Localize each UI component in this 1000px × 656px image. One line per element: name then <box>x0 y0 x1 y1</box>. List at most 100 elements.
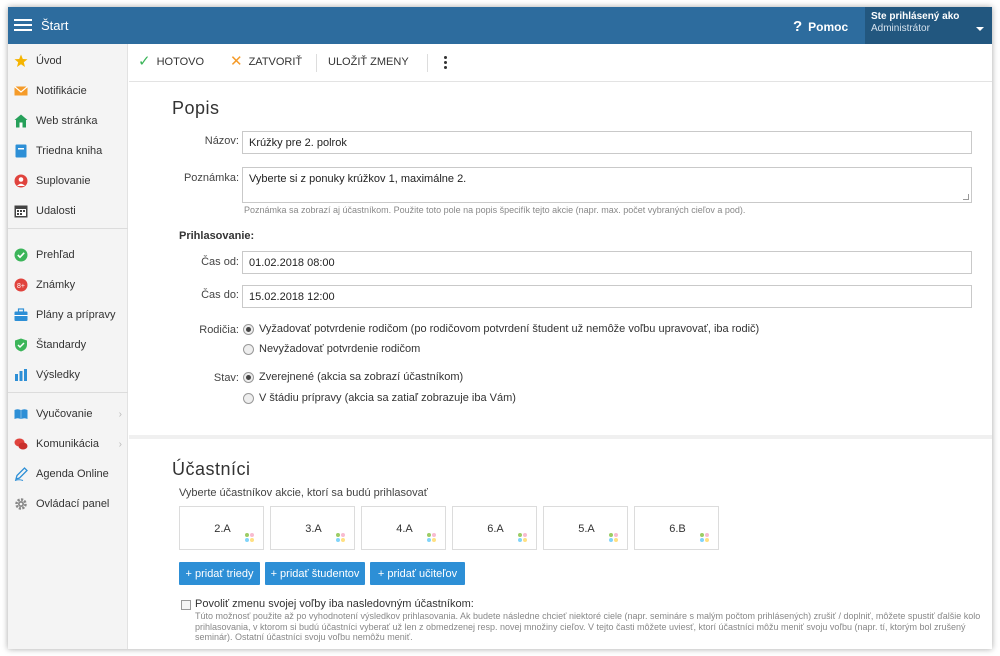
check-circle-icon <box>14 248 28 262</box>
sidebar-item-notifikacie[interactable]: Notifikácie <box>8 78 128 104</box>
help-button[interactable]: ? Pomoc <box>793 18 848 35</box>
group-icon <box>336 533 345 542</box>
time-from-label: Čas od: <box>201 256 239 268</box>
sidebar-item-label: Notifikácie <box>36 85 87 97</box>
class-tile[interactable]: 3.A <box>270 506 355 550</box>
action-toolbar: ✓ HOTOVO ✕ ZATVORIŤ ULOŽIŤ ZMENY <box>129 44 992 82</box>
sidebar-item-label: Úvod <box>36 55 62 67</box>
app-window: Štart ? Pomoc Ste prihlásený ako Administ… <box>8 7 992 649</box>
more-options-icon[interactable] <box>444 54 450 71</box>
group-icon <box>427 533 436 542</box>
sidebar-item-label: Komunikácia <box>36 438 99 450</box>
envelope-icon <box>14 86 28 96</box>
add-students-button[interactable]: + pridať študentov <box>265 562 365 585</box>
hamburger-menu-icon[interactable] <box>14 16 32 34</box>
sidebar-item-uvod[interactable]: Úvod <box>8 48 128 74</box>
toolbar-divider <box>427 54 428 72</box>
chevron-right-icon: › <box>118 408 122 420</box>
sidebar-item-znamky[interactable]: 8+ Známky <box>8 272 128 298</box>
home-icon <box>14 114 28 128</box>
sidebar-item-vyucovanie[interactable]: Vyučovanie › <box>8 401 128 427</box>
class-tile[interactable]: 6.B <box>634 506 719 550</box>
class-tile[interactable]: 4.A <box>361 506 446 550</box>
briefcase-icon <box>14 308 28 321</box>
sidebar-item-label: Výsledky <box>36 369 81 381</box>
gear-icon <box>15 498 27 510</box>
calendar-icon <box>14 205 28 218</box>
class-tile[interactable]: 5.A <box>543 506 628 550</box>
allow-change-checkbox[interactable] <box>181 600 191 610</box>
sidebar: Úvod Notifikácie Web stránka Triedna kni… <box>8 44 128 649</box>
bar-chart-icon <box>15 369 27 381</box>
radio-selected <box>243 371 254 383</box>
time-to-input[interactable]: 15.02.2018 12:00 <box>242 285 972 308</box>
save-label: ULOŽIŤ ZMENY <box>328 56 409 68</box>
user-menu[interactable]: Ste prihlásený ako Administrátor <box>865 7 992 44</box>
app-title[interactable]: Štart <box>41 18 68 33</box>
done-label: HOTOVO <box>156 56 205 68</box>
state-label: Stav: <box>213 372 239 384</box>
class-tile[interactable]: 2.A <box>179 506 264 550</box>
time-to-label: Čas do: <box>201 289 239 301</box>
sidebar-item-label: Známky <box>36 279 76 291</box>
sidebar-item-ovladaci-panel[interactable]: Ovládací panel <box>8 491 128 517</box>
name-input[interactable]: Krúžky pre 2. polrok <box>242 131 972 154</box>
top-bar: Štart ? Pomoc Ste prihlásený ako Administ… <box>8 7 992 44</box>
close-button[interactable]: ✕ ZATVORIŤ <box>230 53 303 70</box>
popis-heading: Popis <box>172 98 220 118</box>
parents-label: Rodičia: <box>199 324 239 336</box>
sidebar-item-komunikacia[interactable]: Komunikácia › <box>8 431 128 457</box>
main-content: Popis Názov: Krúžky pre 2. polrok Poznám… <box>129 83 992 649</box>
time-from-input[interactable]: 01.02.2018 08:00 <box>242 251 972 274</box>
person-icon <box>14 174 28 188</box>
note-textarea[interactable]: Vyberte si z ponuky krúžkov 1, maximálne… <box>242 167 972 203</box>
sidebar-item-web-stranka[interactable]: Web stránka <box>8 108 128 134</box>
sidebar-item-label: Vyučovanie <box>36 408 93 420</box>
parents-opt1-label: Vyžadovať potvrdenie rodičom (po rodičov… <box>259 323 760 335</box>
sidebar-item-suplovanie[interactable]: Suplovanie <box>8 168 128 194</box>
sidebar-item-udalosti[interactable]: Udalosti <box>8 198 128 224</box>
state-published-radio[interactable]: Zverejnené (akcia sa zobrazí účastníkom) <box>243 371 463 383</box>
add-teachers-button[interactable]: + pridať učiteľov <box>370 562 465 585</box>
radio-unselected <box>243 343 254 355</box>
grades-icon: 8+ <box>14 278 28 292</box>
close-icon: ✕ <box>230 53 243 70</box>
star-icon <box>14 54 28 67</box>
state-opt2-label: V štádiu prípravy (akcia sa zatiaľ zobra… <box>259 392 516 404</box>
save-changes-button[interactable]: ULOŽIŤ ZMENY <box>328 56 409 68</box>
sidebar-item-standardy[interactable]: Štandardy <box>8 332 128 358</box>
allow-change-hint: Túto možnosť použite až po vyhodnotení v… <box>195 611 981 642</box>
done-button[interactable]: ✓ HOTOVO <box>138 53 205 70</box>
class-tile[interactable]: 6.A <box>452 506 537 550</box>
user-role: Administrátor <box>871 23 930 34</box>
group-icon <box>700 533 709 542</box>
toolbar-divider <box>316 54 317 72</box>
state-draft-radio[interactable]: V štádiu prípravy (akcia sa zatiaľ zobra… <box>243 392 516 404</box>
sidebar-item-plany[interactable]: Plány a prípravy <box>8 302 128 328</box>
sidebar-item-label: Suplovanie <box>36 175 91 187</box>
sidebar-item-prehlad[interactable]: Prehľad <box>8 242 128 268</box>
parents-opt2-label: Nevyžadovať potvrdenie rodičom <box>259 343 421 355</box>
sidebar-item-label: Web stránka <box>36 115 98 127</box>
user-line1: Ste prihlásený ako <box>871 11 960 22</box>
add-classes-button[interactable]: + pridať triedy <box>179 562 260 585</box>
note-value: Vyberte si z ponuky krúžkov 1, maximálne… <box>249 173 467 185</box>
check-icon: ✓ <box>138 53 151 70</box>
book-icon <box>15 144 27 158</box>
section-divider <box>129 435 992 439</box>
parents-confirm-radio[interactable]: Vyžadovať potvrdenie rodičom (po rodičov… <box>243 323 759 335</box>
name-label: Názov: <box>204 135 239 147</box>
group-icon <box>609 533 618 542</box>
sidebar-item-label: Triedna kniha <box>36 145 103 157</box>
close-label: ZATVORIŤ <box>248 56 303 68</box>
sidebar-item-label: Prehľad <box>36 249 75 261</box>
sidebar-item-agenda-online[interactable]: Agenda Online <box>8 461 128 487</box>
sidebar-item-label: Plány a prípravy <box>36 309 116 321</box>
sidebar-item-triedna-kniha[interactable]: Triedna kniha <box>8 138 128 164</box>
sidebar-item-label: Štandardy <box>36 339 87 351</box>
resize-grip-icon[interactable] <box>963 194 969 200</box>
sidebar-divider <box>8 228 128 229</box>
parents-no-confirm-radio[interactable]: Nevyžadovať potvrdenie rodičom <box>243 343 420 355</box>
chat-icon <box>14 438 28 450</box>
sidebar-item-vysledky[interactable]: Výsledky <box>8 362 128 388</box>
